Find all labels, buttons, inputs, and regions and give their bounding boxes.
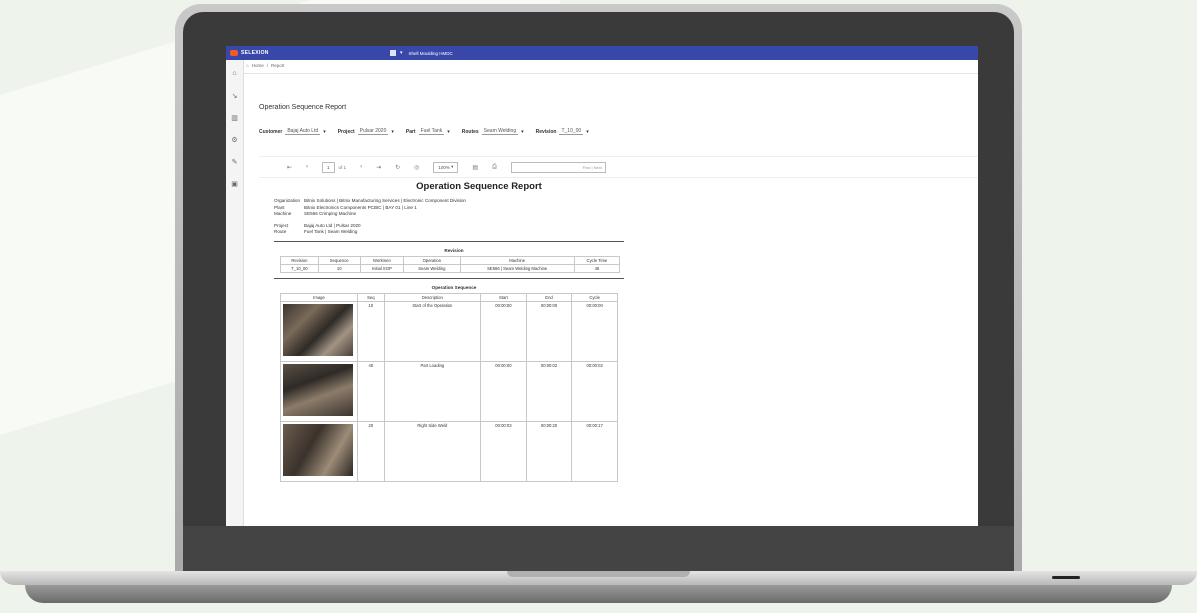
chevron-down-icon: ▾ bbox=[323, 128, 326, 135]
breadcrumb-divider bbox=[243, 73, 978, 74]
report-icon[interactable]: ▣ bbox=[226, 175, 243, 192]
table-row: 20 Right Side Weld 00:00:03 00:00:20 00:00:… bbox=[280, 420, 618, 482]
revision-table: Revision Sequence Workmen Operation Machine… bbox=[280, 255, 621, 273]
app-logo[interactable]: SELEXION bbox=[230, 50, 380, 56]
operation-photo bbox=[283, 363, 353, 416]
sidebar: ⌂ ↘ ▥ ⚙ ✎ ▣ bbox=[226, 60, 244, 526]
home-icon[interactable]: ⌂ bbox=[226, 65, 243, 82]
export-icon[interactable]: ▤ bbox=[472, 164, 478, 171]
divider bbox=[274, 240, 624, 242]
chevron-down-icon: ▾ bbox=[391, 128, 394, 135]
breadcrumb: ⌂ Home / Report bbox=[246, 63, 285, 68]
filter-part[interactable]: Part Fuel Tank ▾ bbox=[406, 128, 450, 135]
filter-routes[interactable]: Routes Seam Welding ▾ bbox=[462, 128, 524, 135]
table-row: 10 Start of the Operation 00:00:00 00:00:0… bbox=[280, 300, 618, 362]
prev-page-icon[interactable]: ‹ bbox=[306, 164, 308, 170]
breadcrumb-current: Report bbox=[271, 63, 285, 68]
filter-customer[interactable]: Customer Bajaj Auto Ltd ▾ bbox=[259, 128, 326, 135]
filter-revision[interactable]: Revision T_10_00 ▾ bbox=[536, 128, 589, 135]
meta-row: Machine SE566 Crimping Machine bbox=[274, 211, 357, 217]
page-number-input[interactable]: 1 bbox=[322, 161, 335, 173]
chevron-down-icon: ▾ bbox=[521, 128, 524, 135]
tool-icon[interactable]: ↘ bbox=[226, 87, 243, 104]
divider bbox=[274, 277, 624, 279]
operation-photo bbox=[283, 423, 353, 476]
laptop-base-bottom bbox=[25, 585, 1172, 603]
zoom-select[interactable]: 100% ▾ bbox=[433, 161, 459, 173]
report-meta: Organization Bitnix Solutions | Bitnix Ma… bbox=[274, 198, 634, 236]
logo-icon bbox=[230, 50, 238, 56]
logo-text: SELEXION bbox=[241, 50, 269, 56]
next-page-icon[interactable]: › bbox=[360, 164, 362, 170]
laptop-screen: SELEXION ▾ Shell Moulding HMDC ⌂ ↘ ▥ ⚙ ✎… bbox=[226, 46, 978, 526]
refresh-icon[interactable]: ↻ bbox=[395, 164, 400, 171]
wrench-icon[interactable]: ✎ bbox=[226, 153, 243, 170]
first-page-icon[interactable]: ⇤ bbox=[287, 164, 292, 171]
chevron-down-icon: ▾ bbox=[586, 128, 589, 135]
chevron-down-icon: ▾ bbox=[447, 128, 450, 135]
plant-selector[interactable]: Shell Moulding HMDC bbox=[409, 51, 453, 56]
page-total: of 1 bbox=[338, 164, 347, 170]
sequence-section-title: Operation Sequence bbox=[431, 284, 477, 290]
print-layout-icon[interactable]: ◎ bbox=[414, 164, 419, 171]
report-viewer-toolbar: ⇤ ‹ 1 of 1 › ⇥ ↻ ◎ 100% ▾ ▤ ⎙ Find | Nex… bbox=[259, 156, 978, 178]
top-navbar: SELEXION ▾ Shell Moulding HMDC bbox=[226, 46, 978, 60]
chevron-down-icon[interactable]: ▾ bbox=[400, 50, 403, 56]
meta-row: Route Fuel Tank | Seam Welding bbox=[274, 229, 358, 235]
filter-bar: Customer Bajaj Auto Ltd ▾ Project Pulsar 20… bbox=[259, 128, 589, 135]
table-row: T_10_00 10 Initial SOP Seam Welding SE566 |… bbox=[280, 263, 621, 273]
laptop-notch bbox=[507, 571, 690, 577]
breadcrumb-home-icon[interactable]: ⌂ bbox=[246, 63, 249, 68]
laptop-led bbox=[1052, 576, 1080, 579]
last-page-icon[interactable]: ⇥ bbox=[376, 164, 381, 171]
report-document: Operation Sequence Report Organization Bi… bbox=[274, 181, 634, 482]
filter-project[interactable]: Project Pulsar 2020 ▾ bbox=[338, 128, 394, 135]
operation-photo bbox=[283, 303, 353, 356]
meta-row: Organization Bitnix Solutions | Bitnix Ma… bbox=[274, 198, 466, 203]
menu-grid-icon[interactable] bbox=[390, 50, 396, 56]
meta-row: Plant Bitnix Electronics Components PCBIC… bbox=[274, 204, 417, 210]
report-title: Operation Sequence Report bbox=[416, 181, 542, 192]
meta-row: Project Bajaj Auto Ltd | Pulsar 2020 bbox=[274, 222, 361, 228]
revision-section-title: Revision bbox=[444, 247, 464, 253]
settings-icon[interactable]: ⚙ bbox=[226, 131, 243, 148]
print-icon[interactable]: ⎙ bbox=[492, 164, 497, 171]
sequence-table: Image Seq Description Start End Cycle 10 Star… bbox=[280, 292, 618, 482]
find-input[interactable]: Find | Next bbox=[510, 161, 606, 173]
chart-icon[interactable]: ▥ bbox=[226, 109, 243, 126]
page-title: Operation Sequence Report bbox=[259, 104, 347, 111]
breadcrumb-home[interactable]: Home bbox=[252, 63, 264, 68]
table-row: 40 Part Loading 00:00:00 00:00:02 00:00:02 bbox=[280, 360, 618, 422]
